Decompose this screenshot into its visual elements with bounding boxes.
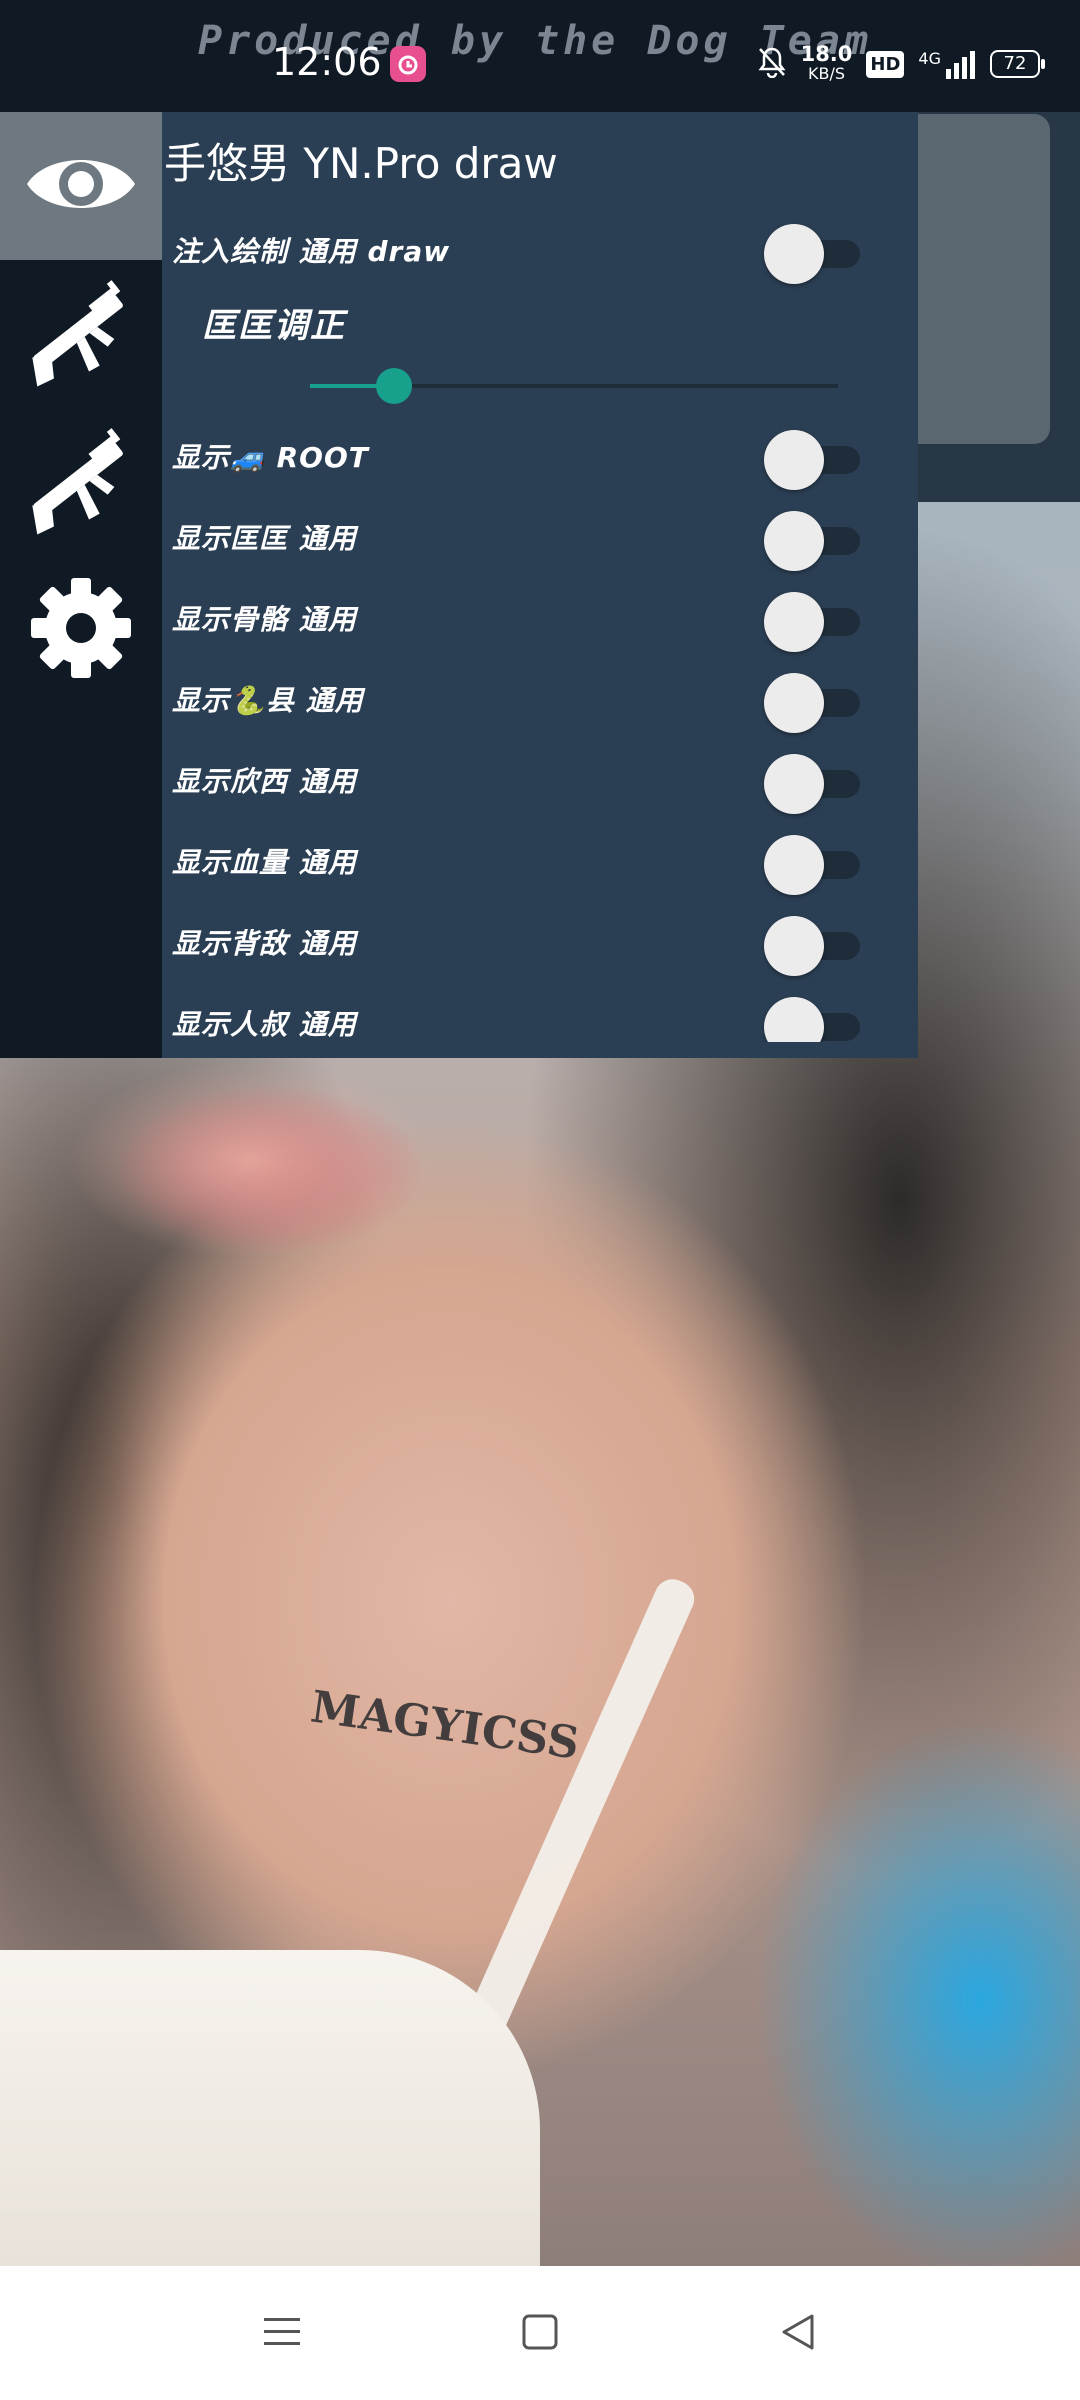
battery-indicator: 72 [990, 50, 1045, 78]
option-toggle[interactable] [764, 430, 860, 490]
option-toggle[interactable] [764, 997, 860, 1042]
background-cloth [0, 1950, 540, 2266]
option-label: 显示欣西 通用 [172, 765, 357, 798]
inject-toggle[interactable] [764, 224, 860, 284]
option-toggle[interactable] [764, 673, 860, 733]
signal-icon: 4G [918, 49, 976, 79]
tab-weapon-1[interactable] [0, 260, 162, 408]
hd-badge: HD [866, 50, 905, 78]
toggle-knob [764, 673, 824, 733]
toggle-knob [764, 835, 824, 895]
toggle-knob [764, 916, 824, 976]
toggle-knob [764, 430, 824, 490]
option-toggle[interactable] [764, 511, 860, 571]
toggle-knob [764, 592, 824, 652]
rifle-icon [19, 420, 143, 544]
options-list[interactable]: 显示🚙 ROOT 显示匡匡 通用 显示骨骼 通用 显示🐍县 通用 显示欣西 通用 显示血量… [162, 418, 918, 1042]
slider-label: 匡匡调正 [202, 306, 346, 346]
menu-lines-icon [262, 2312, 302, 2356]
navigation-bar [0, 2266, 1080, 2400]
toggle-knob [764, 754, 824, 814]
app-notification-icon [390, 46, 426, 82]
option-toggle[interactable] [764, 754, 860, 814]
menu-panel: 手悠男 YN.Pro draw 注入绘制 通用 draw 匡匡调正 显示🚙 RO… [162, 112, 918, 1058]
option-label: 显示血量 通用 [172, 846, 357, 879]
option-row: 显示骨骼 通用 [172, 580, 872, 661]
tab-rail [0, 112, 162, 1058]
network-speed-unit: KB/S [807, 64, 845, 83]
option-label: 显示🐍县 通用 [172, 684, 364, 717]
option-row: 显示🐍县 通用 [172, 661, 872, 742]
slider-thumb[interactable] [376, 368, 413, 404]
bell-muted-icon [757, 46, 787, 82]
home-square-icon [520, 2312, 560, 2356]
option-label: 显示匡匡 通用 [172, 522, 357, 555]
menu-title: 手悠男 YN.Pro draw [164, 139, 558, 188]
network-speed-value: 18.0 [800, 42, 853, 66]
option-row: 显示🚙 ROOT [172, 418, 872, 499]
toggle-knob [764, 224, 824, 284]
status-bar: Produced by the Dog Team 12:06 18.0 KB/S… [0, 0, 1080, 112]
option-row: 显示人叔 通用 [172, 985, 872, 1042]
tab-weapon-2[interactable] [0, 408, 162, 556]
rifle-icon [19, 272, 143, 396]
option-row: 显示匡匡 通用 [172, 499, 872, 580]
option-row: 显示血量 通用 [172, 823, 872, 904]
option-row: 显示背敌 通用 [172, 904, 872, 985]
toggle-knob [764, 511, 824, 571]
adjust-slider[interactable] [310, 366, 838, 406]
eye-icon [23, 148, 139, 224]
option-row: 显示欣西 通用 [172, 742, 872, 823]
inject-row: 注入绘制 通用 draw [172, 212, 872, 293]
option-label: 显示背敌 通用 [172, 927, 357, 960]
inject-label: 注入绘制 通用 draw [172, 235, 451, 268]
status-icons: 18.0 KB/S HD 4G 72 [757, 42, 1045, 86]
gear-icon [29, 576, 133, 684]
back-triangle-icon [778, 2312, 818, 2356]
status-time: 12:06 [272, 40, 382, 84]
option-toggle[interactable] [764, 835, 860, 895]
toggle-knob [764, 997, 824, 1042]
option-toggle[interactable] [764, 916, 860, 976]
tab-visual[interactable] [0, 112, 162, 260]
option-toggle[interactable] [764, 592, 860, 652]
network-speed: 18.0 KB/S [801, 44, 853, 84]
network-type: 4G [918, 49, 941, 68]
option-label: 显示骨骼 通用 [172, 603, 357, 636]
option-label: 显示🚙 ROOT [172, 441, 369, 474]
back-nav-button[interactable] [768, 2304, 828, 2364]
tab-settings[interactable] [0, 556, 162, 704]
home-nav-button[interactable] [510, 2304, 570, 2364]
option-label: 显示人叔 通用 [172, 1008, 357, 1041]
menu-nav-button[interactable] [252, 2304, 312, 2364]
